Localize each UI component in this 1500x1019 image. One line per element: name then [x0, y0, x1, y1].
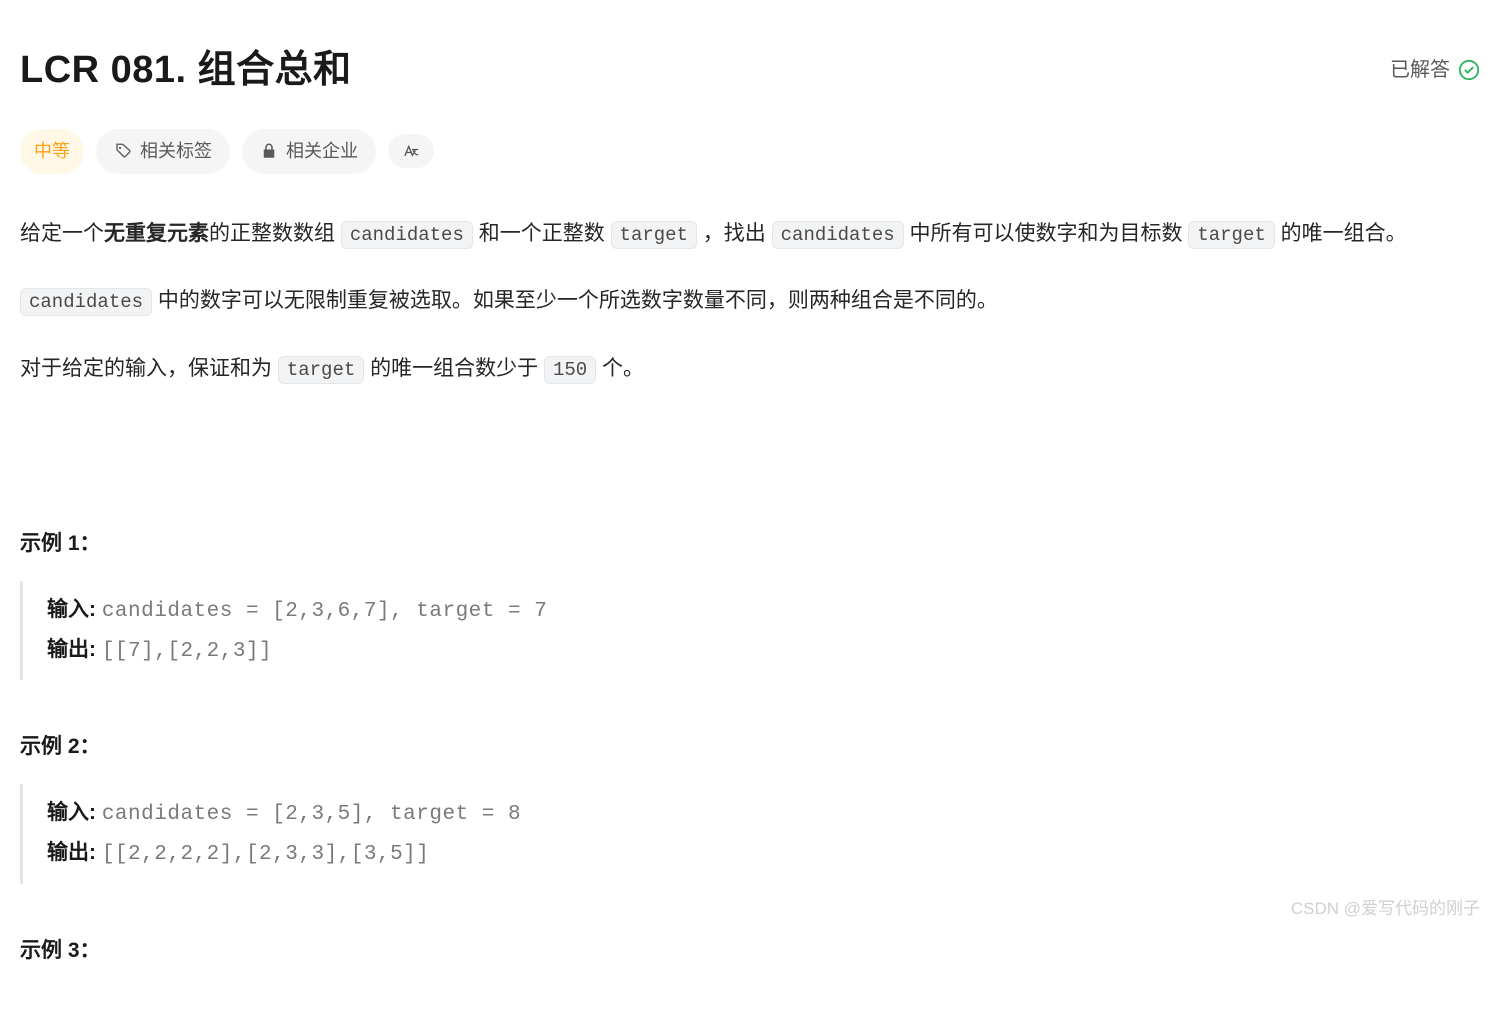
code-150: 150: [544, 356, 596, 384]
problem-description: 给定一个无重复元素的正整数数组 candidates 和一个正整数 target…: [20, 214, 1480, 968]
code-target: target: [278, 356, 364, 384]
example-1-block: 输入: candidates = [2,3,6,7], target = 7 输…: [20, 581, 1480, 681]
description-paragraph-1: 给定一个无重复元素的正整数数组 candidates 和一个正整数 target…: [20, 214, 1480, 254]
code-target: target: [611, 221, 697, 249]
difficulty-badge[interactable]: 中等: [20, 129, 84, 174]
code-candidates: candidates: [772, 221, 904, 249]
example-input-label: 输入:: [47, 598, 102, 621]
code-candidates: candidates: [341, 221, 473, 249]
code-candidates: candidates: [20, 288, 152, 316]
meta-row: 中等 相关标签 相关企业: [20, 129, 1480, 174]
example-output-label: 输出:: [47, 638, 102, 661]
description-paragraph-2: candidates 中的数字可以无限制重复被选取。如果至少一个所选数字数量不同…: [20, 281, 1480, 321]
example-output-label: 输出:: [47, 841, 102, 864]
solved-label: 已解答: [1390, 54, 1450, 86]
translate-icon: [402, 142, 420, 160]
example-input-value: candidates = [2,3,5], target = 8: [102, 803, 521, 826]
watermark: CSDN @爱写代码的刚子: [1291, 895, 1480, 922]
example-output-value: [[2,2,2,2],[2,3,3],[3,5]]: [102, 843, 430, 866]
companies-button[interactable]: 相关企业: [242, 129, 376, 174]
code-target: target: [1188, 221, 1274, 249]
example-2-block: 输入: candidates = [2,3,5], target = 8 输出:…: [20, 784, 1480, 884]
example-input-label: 输入:: [47, 801, 102, 824]
problem-title: LCR 081. 组合总和: [20, 40, 352, 101]
solved-indicator: 已解答: [1390, 54, 1480, 86]
companies-label: 相关企业: [286, 137, 358, 166]
tags-button[interactable]: 相关标签: [96, 129, 230, 174]
tags-label: 相关标签: [140, 137, 212, 166]
translate-button[interactable]: [388, 134, 434, 168]
description-paragraph-3: 对于给定的输入，保证和为 target 的唯一组合数少于 150 个。: [20, 349, 1480, 389]
example-input-value: candidates = [2,3,6,7], target = 7: [102, 600, 547, 623]
example-1-label: 示例 1：: [20, 527, 1480, 561]
check-circle-icon: [1458, 59, 1480, 81]
tag-icon: [114, 142, 132, 160]
example-3-label: 示例 3：: [20, 934, 1480, 968]
example-output-value: [[7],[2,2,3]]: [102, 640, 272, 663]
example-2-label: 示例 2：: [20, 730, 1480, 764]
lock-icon: [260, 142, 278, 160]
